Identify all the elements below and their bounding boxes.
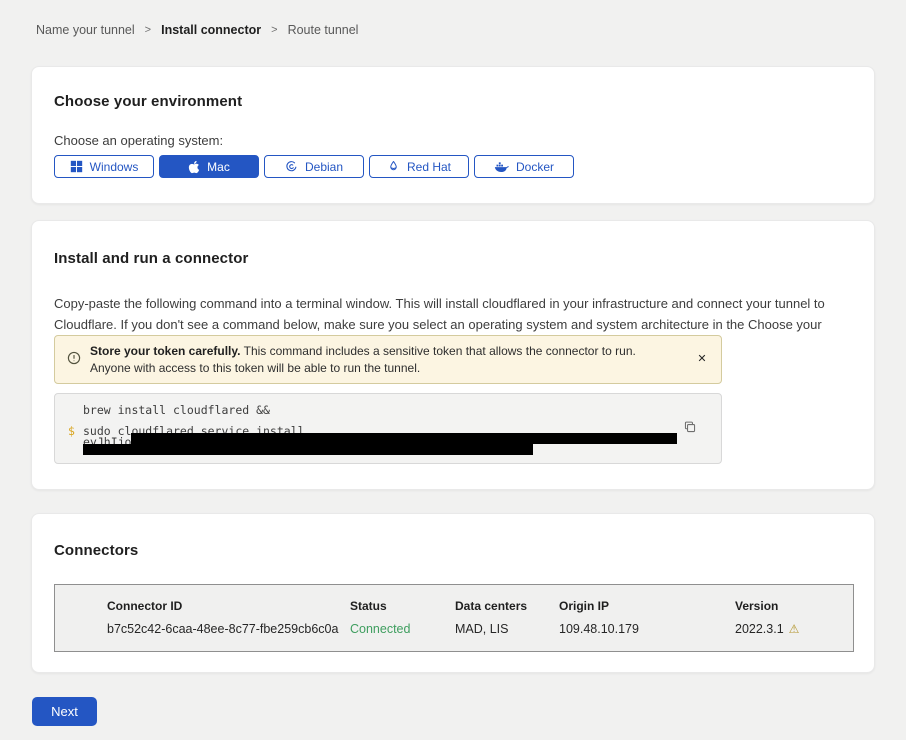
os-button-redhat[interactable]: Red Hat — [369, 155, 469, 178]
col-status: Status — [350, 599, 455, 613]
install-connector-card: Install and run a connector Copy-paste t… — [31, 220, 875, 490]
os-button-label: Windows — [90, 160, 139, 174]
close-icon[interactable]: ✕ — [693, 350, 711, 368]
os-button-mac[interactable]: Mac — [159, 155, 259, 178]
connectors-title: Connectors — [54, 542, 138, 559]
breadcrumb: Name your tunnel > Install connector > R… — [36, 23, 358, 37]
environment-card-title: Choose your environment — [54, 93, 242, 110]
breadcrumb-name-your-tunnel[interactable]: Name your tunnel — [36, 23, 135, 37]
debian-icon — [285, 160, 298, 173]
redacted-token-bar — [131, 433, 677, 444]
table-row: b7c52c42-6caa-48ee-8c77-fbe259cb6c0a Con… — [107, 622, 853, 636]
os-button-label: Docker — [516, 160, 554, 174]
redacted-token-bar — [83, 444, 533, 455]
next-button[interactable]: Next — [32, 697, 97, 726]
breadcrumb-separator: > — [271, 24, 277, 36]
connectors-table: Connector ID Status Data centers Origin … — [54, 584, 854, 652]
os-button-label: Debian — [305, 160, 343, 174]
version-number: 2022.3.1 — [735, 622, 784, 636]
breadcrumb-route-tunnel[interactable]: Route tunnel — [288, 23, 359, 37]
data-centers-value: MAD, LIS — [455, 622, 559, 636]
os-button-windows[interactable]: Windows — [54, 155, 154, 178]
windows-icon — [70, 160, 83, 173]
environment-card: Choose your environment Choose an operat… — [31, 66, 875, 204]
os-button-debian[interactable]: Debian — [264, 155, 364, 178]
warning-triangle-icon[interactable]: ⚠ — [789, 622, 800, 636]
col-version: Version — [735, 599, 853, 613]
connectors-card: Connectors Connector ID Status Data cent… — [31, 513, 875, 673]
install-connector-title: Install and run a connector — [54, 250, 248, 267]
version-value: 2022.3.1 ⚠ — [735, 622, 853, 636]
apple-icon — [188, 160, 200, 174]
redhat-icon — [387, 160, 400, 173]
breadcrumb-separator: > — [145, 24, 151, 36]
col-origin-ip: Origin IP — [559, 599, 735, 613]
token-warning-title: Store your token carefully. — [90, 344, 241, 358]
docker-icon — [494, 161, 509, 173]
os-button-label: Mac — [207, 160, 230, 174]
os-button-docker[interactable]: Docker — [474, 155, 574, 178]
os-select-label: Choose an operating system: — [54, 133, 223, 148]
connectors-table-header: Connector ID Status Data centers Origin … — [107, 599, 853, 613]
os-button-label: Red Hat — [407, 160, 451, 174]
connector-id-value: b7c52c42-6caa-48ee-8c77-fbe259cb6c0a — [107, 622, 350, 636]
col-data-centers: Data centers — [455, 599, 559, 613]
tunnel-setup-page: Name your tunnel > Install connector > R… — [0, 0, 906, 740]
token-warning-text: Store your token carefully. This command… — [90, 343, 670, 377]
col-connector-id: Connector ID — [107, 599, 350, 613]
install-command-codeblock: brew install cloudflared && $ sudo cloud… — [54, 393, 722, 464]
alert-circle-icon — [67, 351, 81, 365]
copy-icon[interactable] — [683, 420, 697, 434]
breadcrumb-install-connector[interactable]: Install connector — [161, 23, 261, 37]
token-warning-banner: Store your token carefully. This command… — [54, 335, 722, 384]
status-badge: Connected — [350, 622, 455, 636]
code-line-brew: brew install cloudflared && — [83, 403, 270, 417]
code-prompt: $ — [68, 424, 75, 438]
origin-ip-value: 109.48.10.179 — [559, 622, 735, 636]
os-button-group: Windows Mac Debian Red Hat — [54, 155, 574, 178]
